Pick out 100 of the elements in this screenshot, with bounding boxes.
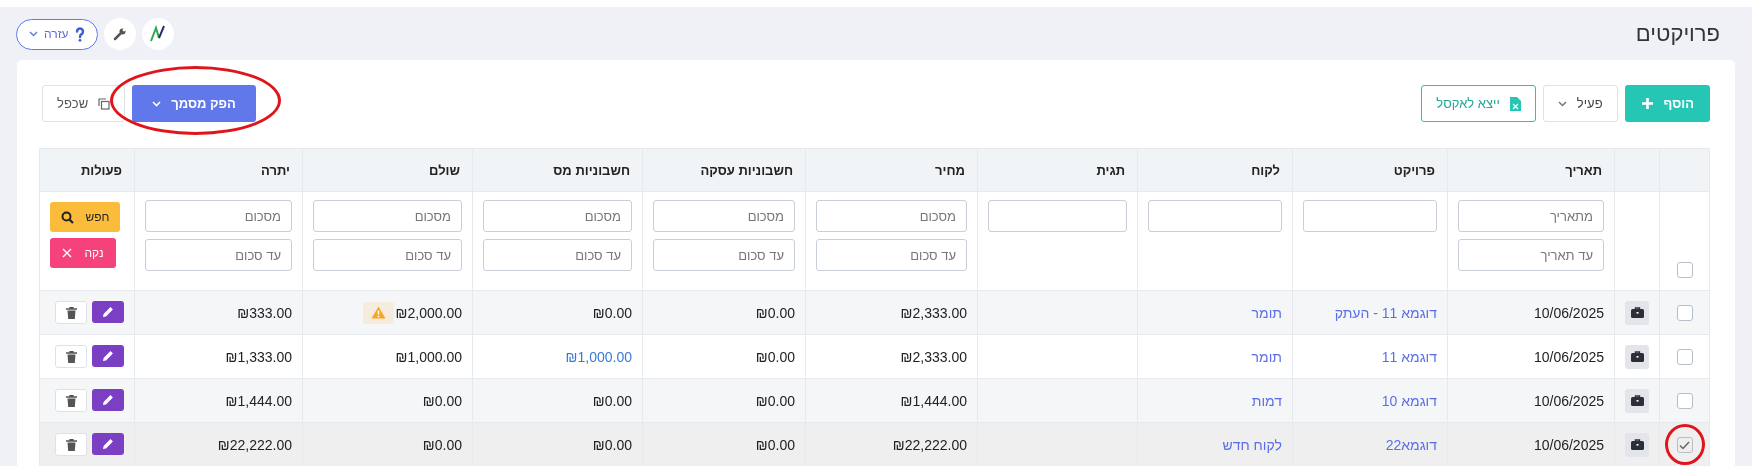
duplicate-button[interactable]: שכפל: [42, 85, 126, 122]
clear-button[interactable]: נקה: [50, 238, 116, 268]
input-field[interactable]: מסכום: [816, 200, 967, 232]
client-link[interactable]: תומר: [1251, 304, 1282, 321]
generate-document-button[interactable]: הפק מסמך: [132, 85, 256, 122]
amount-text: ₪0.00: [592, 436, 632, 453]
spreadsheet-file-icon: [1509, 96, 1521, 111]
row-checkbox[interactable]: [1676, 437, 1693, 454]
client-link[interactable]: לקוח חדש: [1222, 436, 1282, 453]
row-checkbox[interactable]: [1676, 305, 1693, 322]
input-field[interactable]: עד סכום: [483, 239, 632, 271]
column-header: תגית: [1096, 162, 1125, 178]
input-field[interactable]: מסכום: [483, 200, 632, 232]
column-header: לקוח: [1251, 162, 1280, 178]
logo-icon: [148, 25, 167, 43]
amount-text: ₪0.00: [755, 392, 795, 409]
pencil-icon: [102, 306, 114, 318]
row-checkbox[interactable]: [1676, 393, 1693, 410]
input-field[interactable]: מתאריך: [1458, 200, 1604, 232]
input-field[interactable]: עד סכום: [313, 239, 462, 271]
row-checkbox[interactable]: [1676, 349, 1693, 366]
close-icon: [62, 248, 73, 258]
column-header: שולם: [429, 162, 460, 178]
chevron-down-icon: [29, 31, 38, 37]
input-field[interactable]: עד סכום: [145, 239, 292, 271]
help-button[interactable]: עזרה: [16, 18, 98, 50]
delete-button[interactable]: [55, 389, 87, 412]
date-text: 10/06/2025: [1533, 348, 1604, 365]
price-text: ₪22,222.00: [892, 436, 967, 453]
pencil-icon: [102, 394, 114, 406]
column-header: תאריך: [1565, 162, 1602, 178]
select-all-checkbox[interactable]: [1676, 262, 1693, 278]
question-mark-icon: [74, 26, 85, 42]
briefcase-icon: [1630, 439, 1644, 450]
input-field[interactable]: עד סכום: [816, 239, 967, 271]
amount-text: ₪1,000.00: [395, 348, 462, 365]
amount-text: ₪2,000.00: [395, 304, 462, 321]
plus-icon: [1640, 97, 1654, 110]
amount-text: ₪0.00: [592, 304, 632, 321]
input-field[interactable]: מסכום: [313, 200, 462, 232]
chevron-down-icon: [152, 100, 162, 107]
project-link[interactable]: דוגמא 10: [1381, 392, 1437, 409]
search-button[interactable]: חפש: [50, 202, 120, 232]
delete-button[interactable]: [55, 301, 87, 324]
amount-text: ₪0.00: [755, 348, 795, 365]
price-text: ₪2,333.00: [900, 304, 967, 321]
chevron-down-icon: [1557, 100, 1567, 107]
briefcase-icon: [1630, 395, 1644, 406]
edit-button[interactable]: [92, 433, 124, 455]
amount-text: ₪0.00: [422, 436, 462, 453]
page-title: פרויקטים: [1635, 21, 1720, 47]
input-field[interactable]: עד תאריך: [1458, 239, 1604, 271]
input-field[interactable]: מסכום: [145, 200, 292, 232]
date-text: 10/06/2025: [1533, 436, 1604, 453]
input-field[interactable]: [988, 200, 1127, 232]
briefcase-button[interactable]: [1625, 432, 1649, 457]
delete-button[interactable]: [55, 433, 87, 456]
client-link[interactable]: תומר: [1251, 348, 1282, 365]
briefcase-icon: [1630, 351, 1644, 362]
add-button[interactable]: הוסף: [1624, 85, 1710, 122]
date-text: 10/06/2025: [1533, 304, 1604, 321]
delete-button[interactable]: [55, 345, 87, 368]
edit-button[interactable]: [92, 389, 124, 411]
trash-icon: [65, 350, 77, 363]
amount-text: ₪0.00: [755, 304, 795, 321]
wrench-button[interactable]: [103, 18, 136, 50]
balance-text: ₪1,444.00: [225, 392, 292, 409]
trash-icon: [65, 438, 77, 451]
input-field[interactable]: עד סכום: [653, 239, 795, 271]
briefcase-button[interactable]: [1625, 344, 1649, 369]
amount-link[interactable]: ₪1,000.00: [565, 348, 632, 365]
export-excel-button[interactable]: ייצא לאקסל: [1421, 85, 1536, 122]
warning-icon: [370, 306, 386, 319]
amount-text: ₪0.00: [592, 392, 632, 409]
column-header: פעולות: [80, 162, 122, 178]
wrench-icon: [112, 27, 127, 41]
edit-button[interactable]: [92, 345, 124, 367]
project-link[interactable]: דוגמא22: [1385, 436, 1437, 453]
balance-text: ₪333.00: [237, 304, 292, 321]
pencil-icon: [102, 438, 114, 450]
column-header: פרויקט: [1393, 162, 1435, 178]
briefcase-button[interactable]: [1625, 300, 1649, 325]
column-header: יתרה: [261, 162, 290, 178]
client-link[interactable]: דמות: [1251, 392, 1282, 409]
input-field[interactable]: [1148, 200, 1282, 232]
status-dropdown[interactable]: פעיל: [1542, 85, 1618, 122]
input-field[interactable]: [1303, 200, 1437, 232]
copy-icon: [98, 97, 111, 110]
briefcase-button[interactable]: [1625, 388, 1649, 413]
balance-text: ₪1,333.00: [225, 348, 292, 365]
edit-button[interactable]: [92, 301, 124, 323]
amount-text: ₪0.00: [422, 392, 462, 409]
amount-text: ₪0.00: [755, 436, 795, 453]
price-text: ₪2,333.00: [900, 348, 967, 365]
trash-icon: [65, 394, 77, 407]
input-field[interactable]: מסכום: [653, 200, 795, 232]
pencil-icon: [102, 350, 114, 362]
project-link[interactable]: דוגמא 11: [1381, 348, 1437, 365]
balance-text: ₪22,222.00: [217, 436, 292, 453]
column-header: חשבוניות עסקה: [700, 162, 793, 178]
